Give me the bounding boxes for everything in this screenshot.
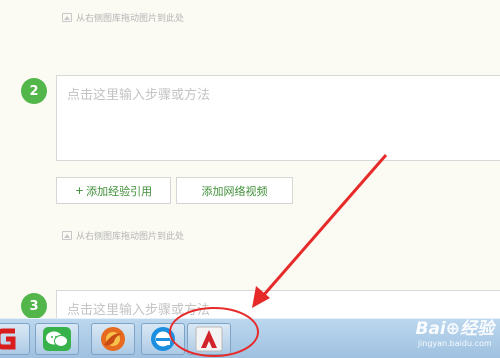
add-reference-label: 添加经验引用 — [86, 184, 153, 198]
add-video-button[interactable]: 添加网络视频 — [176, 177, 293, 204]
taskbar-app-wechat[interactable] — [35, 323, 79, 355]
image-icon — [62, 12, 72, 22]
taskbar-app-firefox[interactable] — [91, 323, 135, 355]
taskbar-app-360-browser[interactable] — [0, 323, 30, 355]
add-video-label: 添加网络视频 — [201, 184, 268, 198]
watermark-brand: Bai⊕经验 — [415, 319, 494, 339]
image-drop-hint: 从右侧图库拖动图片到此处 — [62, 228, 184, 242]
baidu-jingyan-watermark: Bai⊕经验 jingyan.baidu.com — [415, 314, 494, 348]
step-input-field[interactable]: 点击这里输入步骤或方法 — [56, 75, 500, 161]
step-number-badge: 2 — [21, 78, 47, 104]
ie-browser-icon — [151, 327, 175, 351]
image-drop-hint: 从右侧图库拖动图片到此处 — [62, 10, 184, 24]
image-drop-hint-text: 从右侧图库拖动图片到此处 — [76, 231, 185, 242]
wechat-icon — [43, 327, 71, 351]
360-browser-icon — [0, 328, 16, 350]
watermark-site: jingyan.baidu.com — [417, 339, 492, 348]
plus-icon: + — [74, 184, 85, 197]
taskbar-app-autocad[interactable] — [187, 323, 231, 355]
step-number-badge: 3 — [21, 293, 47, 319]
add-reference-button[interactable]: + 添加经验引用 — [56, 177, 171, 204]
autocad-icon — [195, 326, 223, 352]
taskbar-app-ie[interactable] — [141, 323, 185, 355]
firefox-icon — [101, 327, 125, 351]
image-drop-hint-text: 从右侧图库拖动图片到此处 — [76, 13, 185, 24]
image-icon — [62, 230, 72, 240]
